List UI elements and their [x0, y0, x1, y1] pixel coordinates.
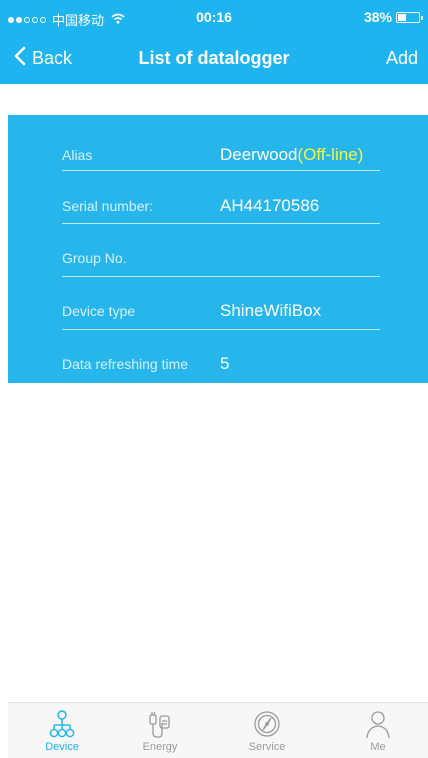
tab-me-label: Me: [370, 741, 386, 753]
offline-status: (Off-line): [297, 145, 364, 164]
status-right: 38%: [363, 9, 423, 25]
alias-value: Deerwood(Off-line): [220, 145, 363, 165]
device-tree-icon: [32, 709, 92, 739]
app-header: 中国移动 00:16 38% Back List of datalogger A…: [0, 0, 428, 84]
row-divider: [62, 170, 380, 171]
add-button[interactable]: Add: [386, 48, 418, 69]
serial-number-row: Serial number: AH44170586: [62, 176, 388, 229]
alias-label: Alias: [62, 147, 93, 163]
person-icon: [348, 709, 408, 739]
battery-icon: [396, 11, 423, 23]
tab-service[interactable]: Service: [237, 709, 297, 753]
nav-bar: Back List of datalogger Add: [0, 32, 428, 84]
group-number-row: Group No.: [62, 228, 388, 281]
tab-device[interactable]: Device: [32, 709, 92, 753]
tab-service-label: Service: [248, 741, 286, 753]
row-divider: [62, 276, 380, 277]
tab-bar: Device Energy Service Me: [8, 702, 428, 758]
battery-percent: 38%: [363, 9, 392, 25]
tab-me[interactable]: Me: [348, 709, 408, 753]
row-divider: [62, 329, 380, 330]
energy-plug-icon: [130, 709, 190, 739]
device-type-row: Device type ShineWifiBox: [62, 281, 388, 334]
tab-energy-label: Energy: [142, 741, 178, 753]
tab-device-label: Device: [45, 741, 79, 753]
tab-energy[interactable]: Energy: [130, 709, 190, 753]
page-title: List of datalogger: [138, 48, 290, 68]
serial-number-value: AH44170586: [220, 196, 320, 215]
alias-name: Deerwood: [220, 145, 298, 164]
device-type-label: Device type: [62, 303, 136, 319]
device-info-card: Alias Deerwood(Off-line) Serial number: …: [8, 115, 428, 383]
status-bar: 中国移动 00:16 38%: [0, 0, 428, 32]
service-compass-icon: [237, 709, 297, 739]
refresh-time-value: 5: [220, 354, 230, 373]
group-number-label: Group No.: [62, 250, 127, 266]
refresh-time-label: Data refreshing time: [62, 356, 189, 372]
refresh-time-row: Data refreshing time 5: [62, 334, 388, 387]
serial-number-label: Serial number:: [62, 198, 154, 214]
device-type-value: ShineWifiBox: [220, 301, 322, 320]
row-divider: [62, 223, 380, 224]
